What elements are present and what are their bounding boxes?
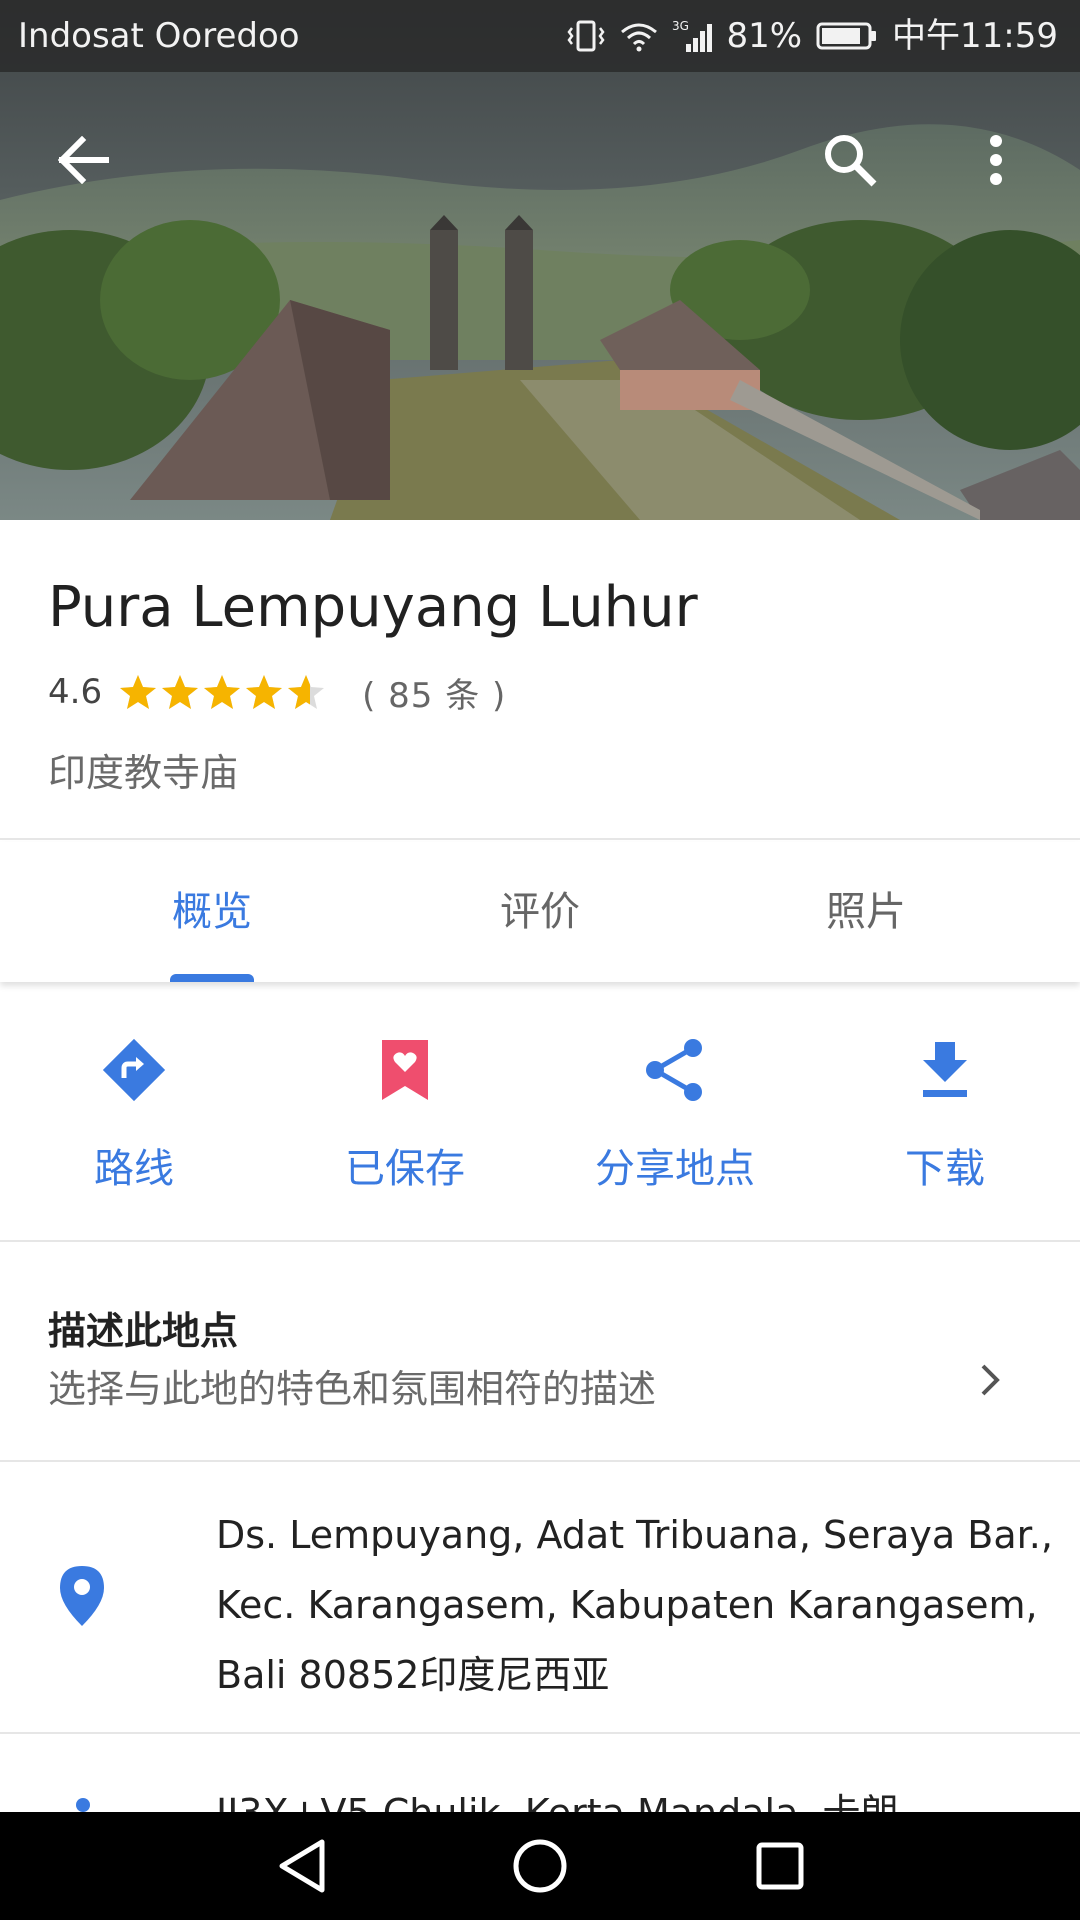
share-place-button[interactable]: 分享地点 (555, 1030, 795, 1194)
back-button[interactable] (36, 112, 132, 208)
carrier-name: Indosat Ooredoo (18, 16, 300, 56)
star-icon (288, 675, 325, 709)
share-label: 分享地点 (595, 1146, 755, 1192)
rating-value: 4.6 (48, 672, 103, 712)
wifi-icon (620, 20, 658, 52)
status-time: 中午11:59 (892, 16, 1058, 56)
square-recents-icon (756, 1842, 804, 1890)
plus-code-row[interactable]: JJ3X+V5 Chulik, Kerta Mandala, 卡朗 (0, 1734, 1080, 1814)
place-header: Pura Lempuyang Luhur 4.6 ( 85 条 ) 印度教寺庙 (48, 570, 1038, 797)
status-bar: Indosat Ooredoo 3G 81% 中午11:59 (0, 0, 1080, 72)
arrow-back-icon (58, 136, 109, 184)
plus-code-text: JJ3X+V5 Chulik, Kerta Mandala, 卡朗 (216, 1791, 899, 1814)
star-rating (118, 673, 328, 711)
directions-label: 路线 (94, 1146, 174, 1192)
tab-bar: 概览 评价 照片 (0, 842, 1080, 982)
saved-bookmark-icon (382, 1040, 428, 1100)
circle-home-icon (513, 1839, 567, 1893)
directions-icon (102, 1038, 166, 1102)
network-type: 3G (672, 19, 689, 33)
chevron-right-icon (981, 1364, 1000, 1396)
describe-title: 描述此地点 (48, 1309, 239, 1353)
divider (0, 838, 1080, 840)
place-hero-photo[interactable]: Indosat Ooredoo 3G 81% 中午11:59 (0, 0, 1080, 520)
plus-code-icon (76, 1798, 90, 1812)
saved-button[interactable]: 已保存 (285, 1030, 525, 1194)
tab-reviews[interactable]: 评价 (440, 842, 640, 982)
nav-home-button[interactable] (500, 1826, 580, 1906)
star-icon (120, 675, 157, 709)
cell-signal-icon: 3G (672, 18, 716, 54)
search-icon (825, 135, 877, 187)
action-buttons: 路线 已保存 分享地点 下载 (0, 1000, 1080, 1240)
search-button[interactable] (802, 112, 898, 208)
system-navigation-bar (0, 1812, 1080, 1920)
active-tab-indicator (170, 974, 254, 982)
more-vert-icon (990, 135, 1002, 185)
address-text: Ds. Lempuyang, Adat Tribuana, Seraya Bar… (216, 1513, 1053, 1697)
place-title: Pura Lempuyang Luhur (48, 575, 698, 640)
describe-place-row[interactable]: 描述此地点 选择与此地的特色和氛围相符的描述 (0, 1242, 1080, 1460)
tab-overview[interactable]: 概览 (112, 842, 312, 982)
tab-photos[interactable]: 照片 (766, 842, 966, 982)
vibrate-icon (566, 18, 606, 54)
place-category: 印度教寺庙 (48, 751, 239, 795)
triangle-back-icon (279, 1839, 325, 1893)
address-row[interactable]: Ds. Lempuyang, Adat Tribuana, Seraya Bar… (0, 1462, 1080, 1732)
nav-recents-button[interactable] (740, 1826, 820, 1906)
star-icon (246, 675, 283, 709)
rating-row[interactable]: 4.6 ( 85 条 ) (48, 666, 1038, 718)
nav-back-button[interactable] (262, 1826, 342, 1906)
share-icon (646, 1039, 702, 1101)
review-count[interactable]: ( 85 条 ) (362, 668, 506, 717)
star-icon (162, 675, 199, 709)
more-options-button[interactable] (948, 112, 1044, 208)
saved-label: 已保存 (345, 1146, 465, 1192)
download-button[interactable]: 下载 (825, 1030, 1065, 1194)
download-icon (923, 1042, 967, 1097)
describe-subtitle: 选择与此地的特色和氛围相符的描述 (48, 1367, 657, 1411)
star-icon (204, 675, 241, 709)
directions-button[interactable]: 路线 (14, 1030, 254, 1194)
battery-percent: 81% (726, 16, 803, 56)
temple-photo (0, 0, 1080, 520)
battery-icon (816, 21, 878, 51)
download-label: 下载 (905, 1146, 985, 1192)
location-pin-icon (60, 1566, 104, 1626)
